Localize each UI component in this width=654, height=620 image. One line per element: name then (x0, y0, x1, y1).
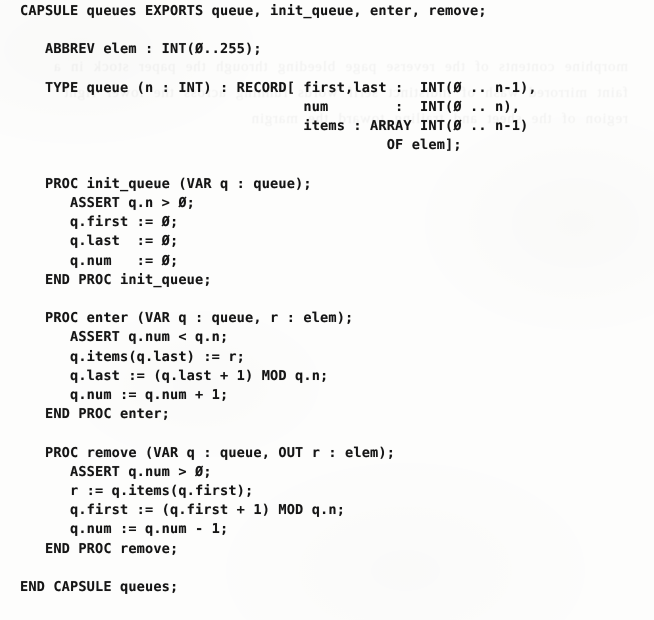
code-listing: CAPSULE queues EXPORTS queue, init_queue… (20, 3, 537, 596)
scanned-page: morphine contents of the reverse page bl… (0, 0, 654, 620)
